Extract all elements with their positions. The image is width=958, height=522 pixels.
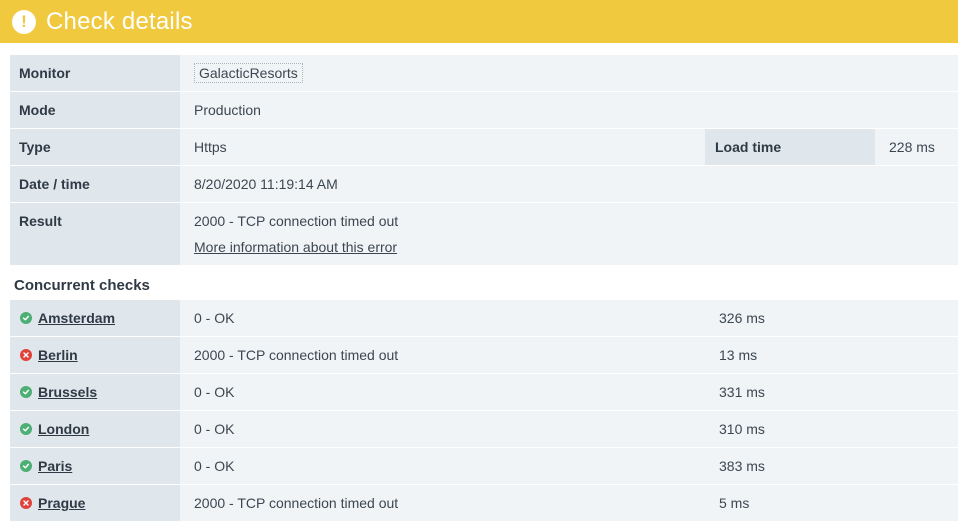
result-label: Result bbox=[10, 203, 180, 265]
check-city-cell: Prague bbox=[10, 485, 180, 521]
datetime-label: Date / time bbox=[10, 166, 180, 202]
check-status: 0 - OK bbox=[194, 310, 235, 326]
check-ok-icon bbox=[20, 386, 32, 398]
details-table: Monitor GalacticResorts Mode Production … bbox=[10, 55, 958, 266]
concurrent-checks-title: Concurrent checks bbox=[14, 277, 150, 294]
check-row: Paris 0 - OK 383 ms bbox=[10, 448, 958, 485]
mode-value: Production bbox=[194, 102, 261, 118]
error-info-link[interactable]: More information about this error bbox=[194, 239, 397, 255]
check-status: 2000 - TCP connection timed out bbox=[194, 495, 399, 511]
check-city-cell: London bbox=[10, 411, 180, 447]
check-status: 0 - OK bbox=[194, 384, 235, 400]
check-time: 383 ms bbox=[719, 458, 765, 474]
type-label: Type bbox=[10, 129, 180, 165]
check-city-cell: Brussels bbox=[10, 374, 180, 410]
check-time: 331 ms bbox=[719, 384, 765, 400]
monitor-row: Monitor GalacticResorts bbox=[10, 55, 958, 92]
datetime-value: 8/20/2020 11:19:14 AM bbox=[194, 176, 338, 192]
check-row: London 0 - OK 310 ms bbox=[10, 411, 958, 448]
check-city-link[interactable]: Paris bbox=[38, 458, 72, 474]
page-header: ! Check details bbox=[0, 0, 958, 43]
result-value-cell: 2000 - TCP connection timed out More inf… bbox=[180, 203, 958, 265]
check-city-link[interactable]: Berlin bbox=[38, 347, 78, 363]
datetime-row: Date / time 8/20/2020 11:19:14 AM bbox=[10, 166, 958, 203]
check-city-link[interactable]: London bbox=[38, 421, 89, 437]
result-row: Result 2000 - TCP connection timed out M… bbox=[10, 203, 958, 266]
result-value: 2000 - TCP connection timed out bbox=[194, 213, 399, 229]
page-title: Check details bbox=[46, 7, 193, 35]
check-status: 0 - OK bbox=[194, 458, 235, 474]
check-row: Amsterdam 0 - OK 326 ms bbox=[10, 300, 958, 337]
check-row: Berlin 2000 - TCP connection timed out 1… bbox=[10, 337, 958, 374]
check-time: 13 ms bbox=[719, 347, 758, 363]
monitor-value-cell: GalacticResorts bbox=[180, 55, 958, 91]
check-status: 0 - OK bbox=[194, 421, 235, 437]
concurrent-checks-table: Amsterdam 0 - OK 326 ms Berlin 2000 - TC… bbox=[10, 300, 958, 522]
check-city-cell: Berlin bbox=[10, 337, 180, 373]
mode-row: Mode Production bbox=[10, 92, 958, 129]
check-row: Prague 2000 - TCP connection timed out 5… bbox=[10, 485, 958, 522]
check-city-link[interactable]: Brussels bbox=[38, 384, 97, 400]
monitor-label: Monitor bbox=[10, 55, 180, 91]
check-city-link[interactable]: Amsterdam bbox=[38, 310, 115, 326]
mode-label: Mode bbox=[10, 92, 180, 128]
type-row: Type Https Load time 228 ms bbox=[10, 129, 958, 166]
check-city-cell: Paris bbox=[10, 448, 180, 484]
monitor-value[interactable]: GalacticResorts bbox=[194, 63, 303, 83]
check-ok-icon bbox=[20, 312, 32, 324]
check-error-icon bbox=[20, 349, 32, 361]
alert-icon: ! bbox=[12, 9, 36, 34]
check-time: 310 ms bbox=[719, 421, 765, 437]
check-city-cell: Amsterdam bbox=[10, 300, 180, 336]
check-row: Brussels 0 - OK 331 ms bbox=[10, 374, 958, 411]
check-time: 5 ms bbox=[719, 495, 750, 511]
check-city-link[interactable]: Prague bbox=[38, 495, 85, 511]
type-value: Https bbox=[194, 139, 227, 155]
check-error-icon bbox=[20, 497, 32, 509]
check-time: 326 ms bbox=[719, 310, 765, 326]
check-ok-icon bbox=[20, 460, 32, 472]
load-time-value: 228 ms bbox=[889, 139, 935, 155]
check-ok-icon bbox=[20, 423, 32, 435]
check-status: 2000 - TCP connection timed out bbox=[194, 347, 399, 363]
load-time-label: Load time bbox=[705, 129, 875, 165]
